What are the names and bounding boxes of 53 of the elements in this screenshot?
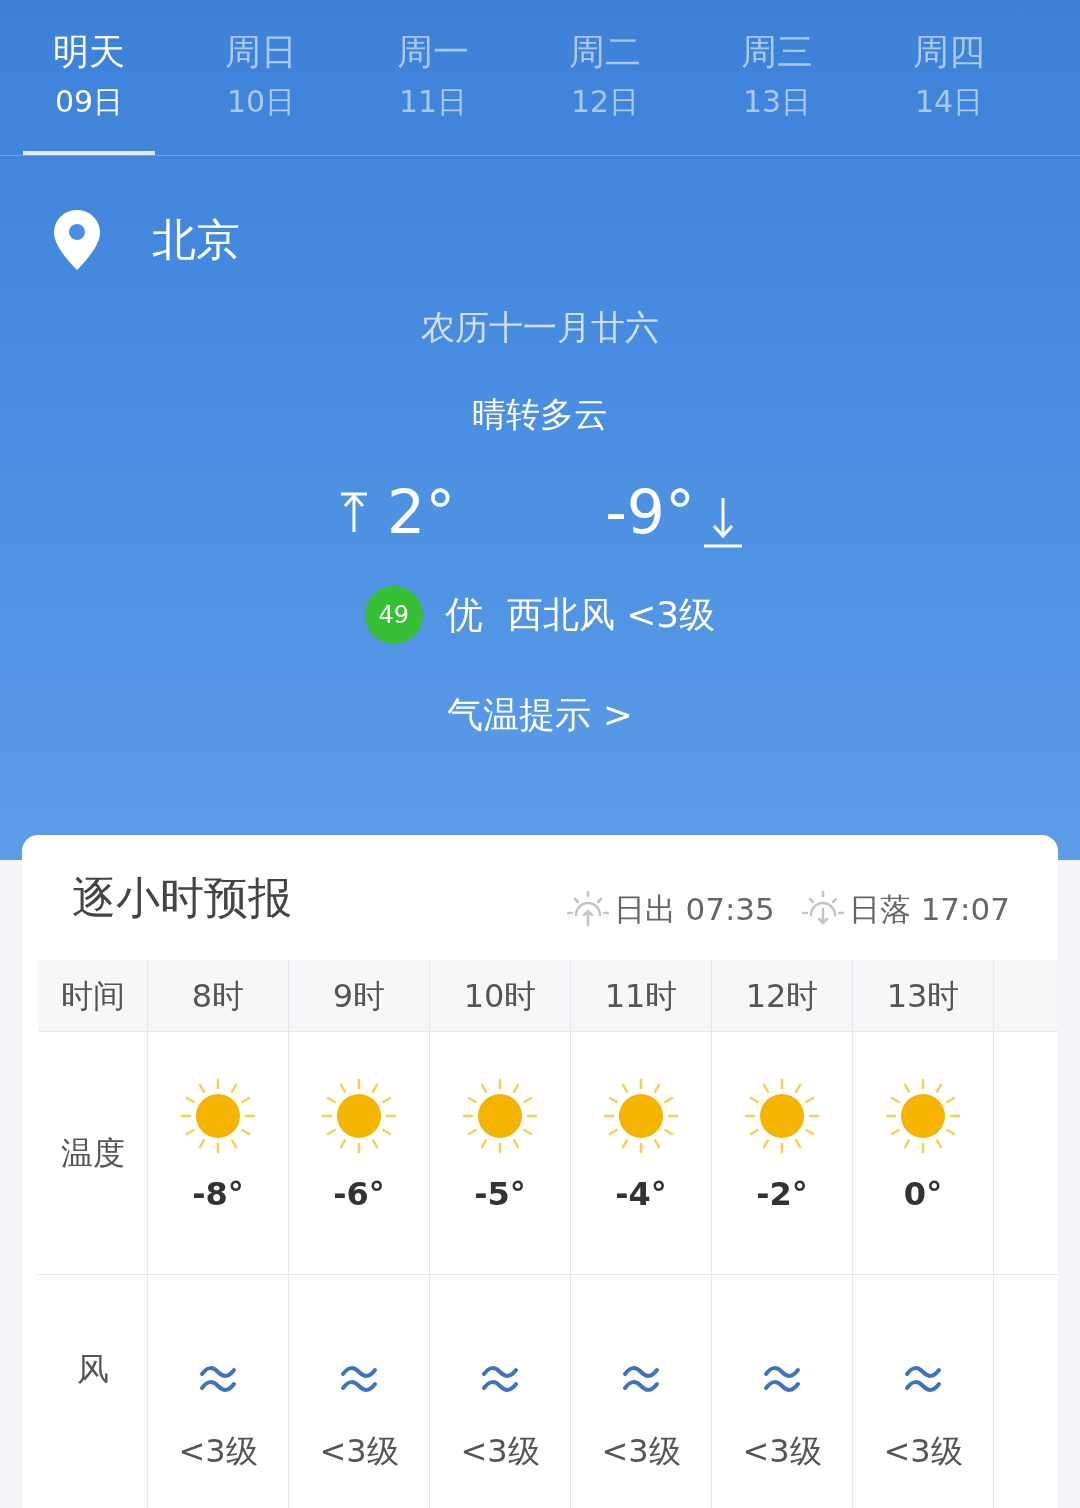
sun-icon: [601, 1076, 681, 1156]
hour-label: 13时: [853, 960, 994, 1031]
row-label: 风: [38, 1275, 148, 1508]
hour-label: 12时: [712, 960, 853, 1031]
hourly-wind: <3级: [460, 1431, 540, 1472]
hourly-temperature: -5°: [474, 1174, 526, 1215]
hour-label: 8时: [148, 960, 289, 1031]
location-pin-icon: [52, 208, 102, 272]
hourly-wind: <3级: [319, 1431, 399, 1472]
wind-icon: [199, 1363, 237, 1395]
day-tab[interactable]: 周日 10日: [195, 0, 327, 155]
hourly-wind: <3级: [601, 1431, 681, 1472]
hourly-temperature: 0°: [903, 1174, 943, 1215]
hourly-temperature: -6°: [333, 1174, 385, 1215]
day-tab[interactable]: 周一 11日: [367, 0, 499, 155]
hourly-temperature: -4°: [615, 1174, 667, 1215]
day-tab[interactable]: 周二 12日: [539, 0, 671, 155]
hourly-wind: <3级: [178, 1431, 258, 1472]
hourly-temperature: -8°: [192, 1174, 244, 1215]
hour-label: 11时: [571, 960, 712, 1031]
hour-label: 9时: [289, 960, 430, 1031]
wind-icon: [904, 1363, 942, 1395]
row-label: 温度: [38, 1032, 148, 1274]
hour-label: 10时: [430, 960, 571, 1031]
hourly-temperature: -2°: [756, 1174, 808, 1215]
sun-icon: [742, 1076, 822, 1156]
wind-icon: [622, 1363, 660, 1395]
hourly-wind: <3级: [883, 1431, 963, 1472]
sun-icon: [883, 1076, 963, 1156]
sunrise-icon: [565, 889, 610, 929]
sunrise-time: 日出 07:35: [613, 889, 775, 929]
aqi-badge: 49: [364, 586, 423, 644]
weather-condition: 晴转多云: [472, 393, 608, 436]
high-temperature: 2°: [387, 477, 456, 547]
low-temperature: -9°: [605, 477, 695, 547]
day-tab[interactable]: 周四 14日: [883, 0, 1015, 155]
air-quality: 优: [444, 591, 483, 639]
wind-icon: [481, 1363, 519, 1395]
wind-info: 西北风 <3级: [506, 593, 716, 637]
sun-icon: [178, 1076, 258, 1156]
sunset-time: 日落 17:07: [848, 889, 1010, 929]
sun-icon: [460, 1076, 540, 1156]
card-title: 逐小时预报: [72, 871, 292, 925]
wind-icon: [763, 1363, 801, 1395]
wind-icon: [340, 1363, 378, 1395]
row-label: 时间: [38, 960, 148, 1031]
temperature-tip-link[interactable]: 气温提示 >: [447, 688, 633, 742]
hourly-wind: <3级: [742, 1431, 822, 1472]
city-name: 北京: [152, 213, 240, 267]
sun-icon: [319, 1076, 399, 1156]
lunar-date: 农历十一月廿六: [421, 306, 659, 349]
day-tab[interactable]: 周三 13日: [711, 0, 843, 155]
day-tab[interactable]: 明天 09日: [23, 0, 155, 155]
